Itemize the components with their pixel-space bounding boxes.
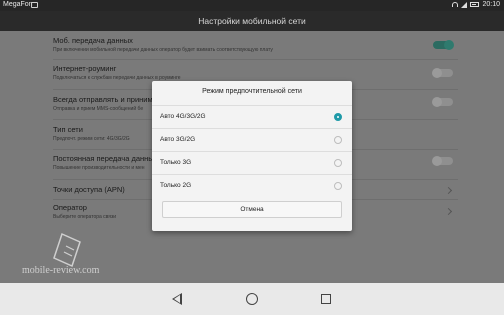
option-2g-only[interactable]: Только 2G	[152, 175, 352, 197]
radio-selected-icon[interactable]	[334, 113, 342, 121]
toggle-knob	[432, 156, 442, 166]
mobile-data-toggle[interactable]	[433, 40, 454, 50]
setting-subtitle: Предпочт. режим сети: 4G/3G/2G	[53, 136, 130, 142]
setting-title: Моб. передача данных	[53, 36, 133, 45]
setting-title: Всегда отправлять и приним	[53, 95, 153, 104]
battery-icon	[470, 2, 480, 7]
network-mode-dialog: Режим предпочтительной сети Авто 4G/3G/2…	[152, 81, 352, 231]
mms-toggle[interactable]	[432, 97, 453, 107]
dialog-title: Режим предпочтительной сети	[202, 88, 302, 95]
option-label: Авто 3G/2G	[160, 136, 196, 143]
signal-icon	[461, 1, 468, 8]
option-label: Только 2G	[160, 182, 192, 189]
status-bar: MegaFon 20:10	[0, 0, 504, 11]
setting-subtitle: При включении мобильной передачи данных …	[53, 47, 273, 53]
setting-subtitle: Повышение производительности и мен	[53, 165, 145, 171]
setting-title: Постоянная передача данны	[53, 154, 154, 163]
setting-title: Оператор	[53, 203, 87, 212]
cancel-button[interactable]: Отмена	[162, 201, 342, 218]
setting-mobile-data[interactable]: Моб. передача данных При включении мобил…	[0, 33, 504, 61]
radio-icon[interactable]	[334, 182, 342, 190]
watermark-text: mobile-review.com	[22, 265, 100, 276]
radio-icon[interactable]	[334, 159, 342, 167]
page-title: Настройки мобильной сети	[198, 16, 306, 26]
radio-icon[interactable]	[334, 136, 342, 144]
divider	[53, 59, 458, 60]
navigation-bar	[0, 283, 504, 315]
option-3g-only[interactable]: Только 3G	[152, 152, 352, 174]
recent-apps-icon[interactable]	[321, 294, 331, 304]
always-on-data-toggle[interactable]	[432, 156, 453, 166]
toggle-knob	[432, 68, 442, 78]
toggle-knob	[444, 40, 454, 50]
option-label: Авто 4G/3G/2G	[160, 113, 206, 120]
home-icon[interactable]	[246, 293, 258, 305]
toggle-knob	[432, 97, 442, 107]
chevron-right-icon	[444, 186, 453, 195]
status-icons: 20:10	[452, 1, 500, 8]
wifi-icon	[452, 2, 459, 7]
action-bar: Настройки мобильной сети	[0, 11, 504, 31]
option-auto-3g-2g[interactable]: Авто 3G/2G	[152, 129, 352, 151]
setting-subtitle: Выберите оператора связи	[53, 214, 117, 220]
clock: 20:10	[482, 1, 500, 8]
option-label: Только 3G	[160, 159, 192, 166]
sim-icon	[31, 2, 38, 8]
roaming-toggle[interactable]	[432, 68, 453, 78]
option-auto-4g-3g-2g[interactable]: Авто 4G/3G/2G	[152, 106, 352, 128]
setting-title: Тип сети	[53, 125, 83, 134]
carrier-label: MegaFon	[3, 1, 33, 8]
back-icon[interactable]	[172, 293, 182, 305]
setting-title: Точки доступа (APN)	[53, 185, 125, 194]
setting-subtitle: Отправка и прием MMS-сообщений бе	[53, 106, 144, 112]
chevron-right-icon	[444, 207, 453, 216]
setting-title: Интернет-роуминг	[53, 64, 117, 73]
